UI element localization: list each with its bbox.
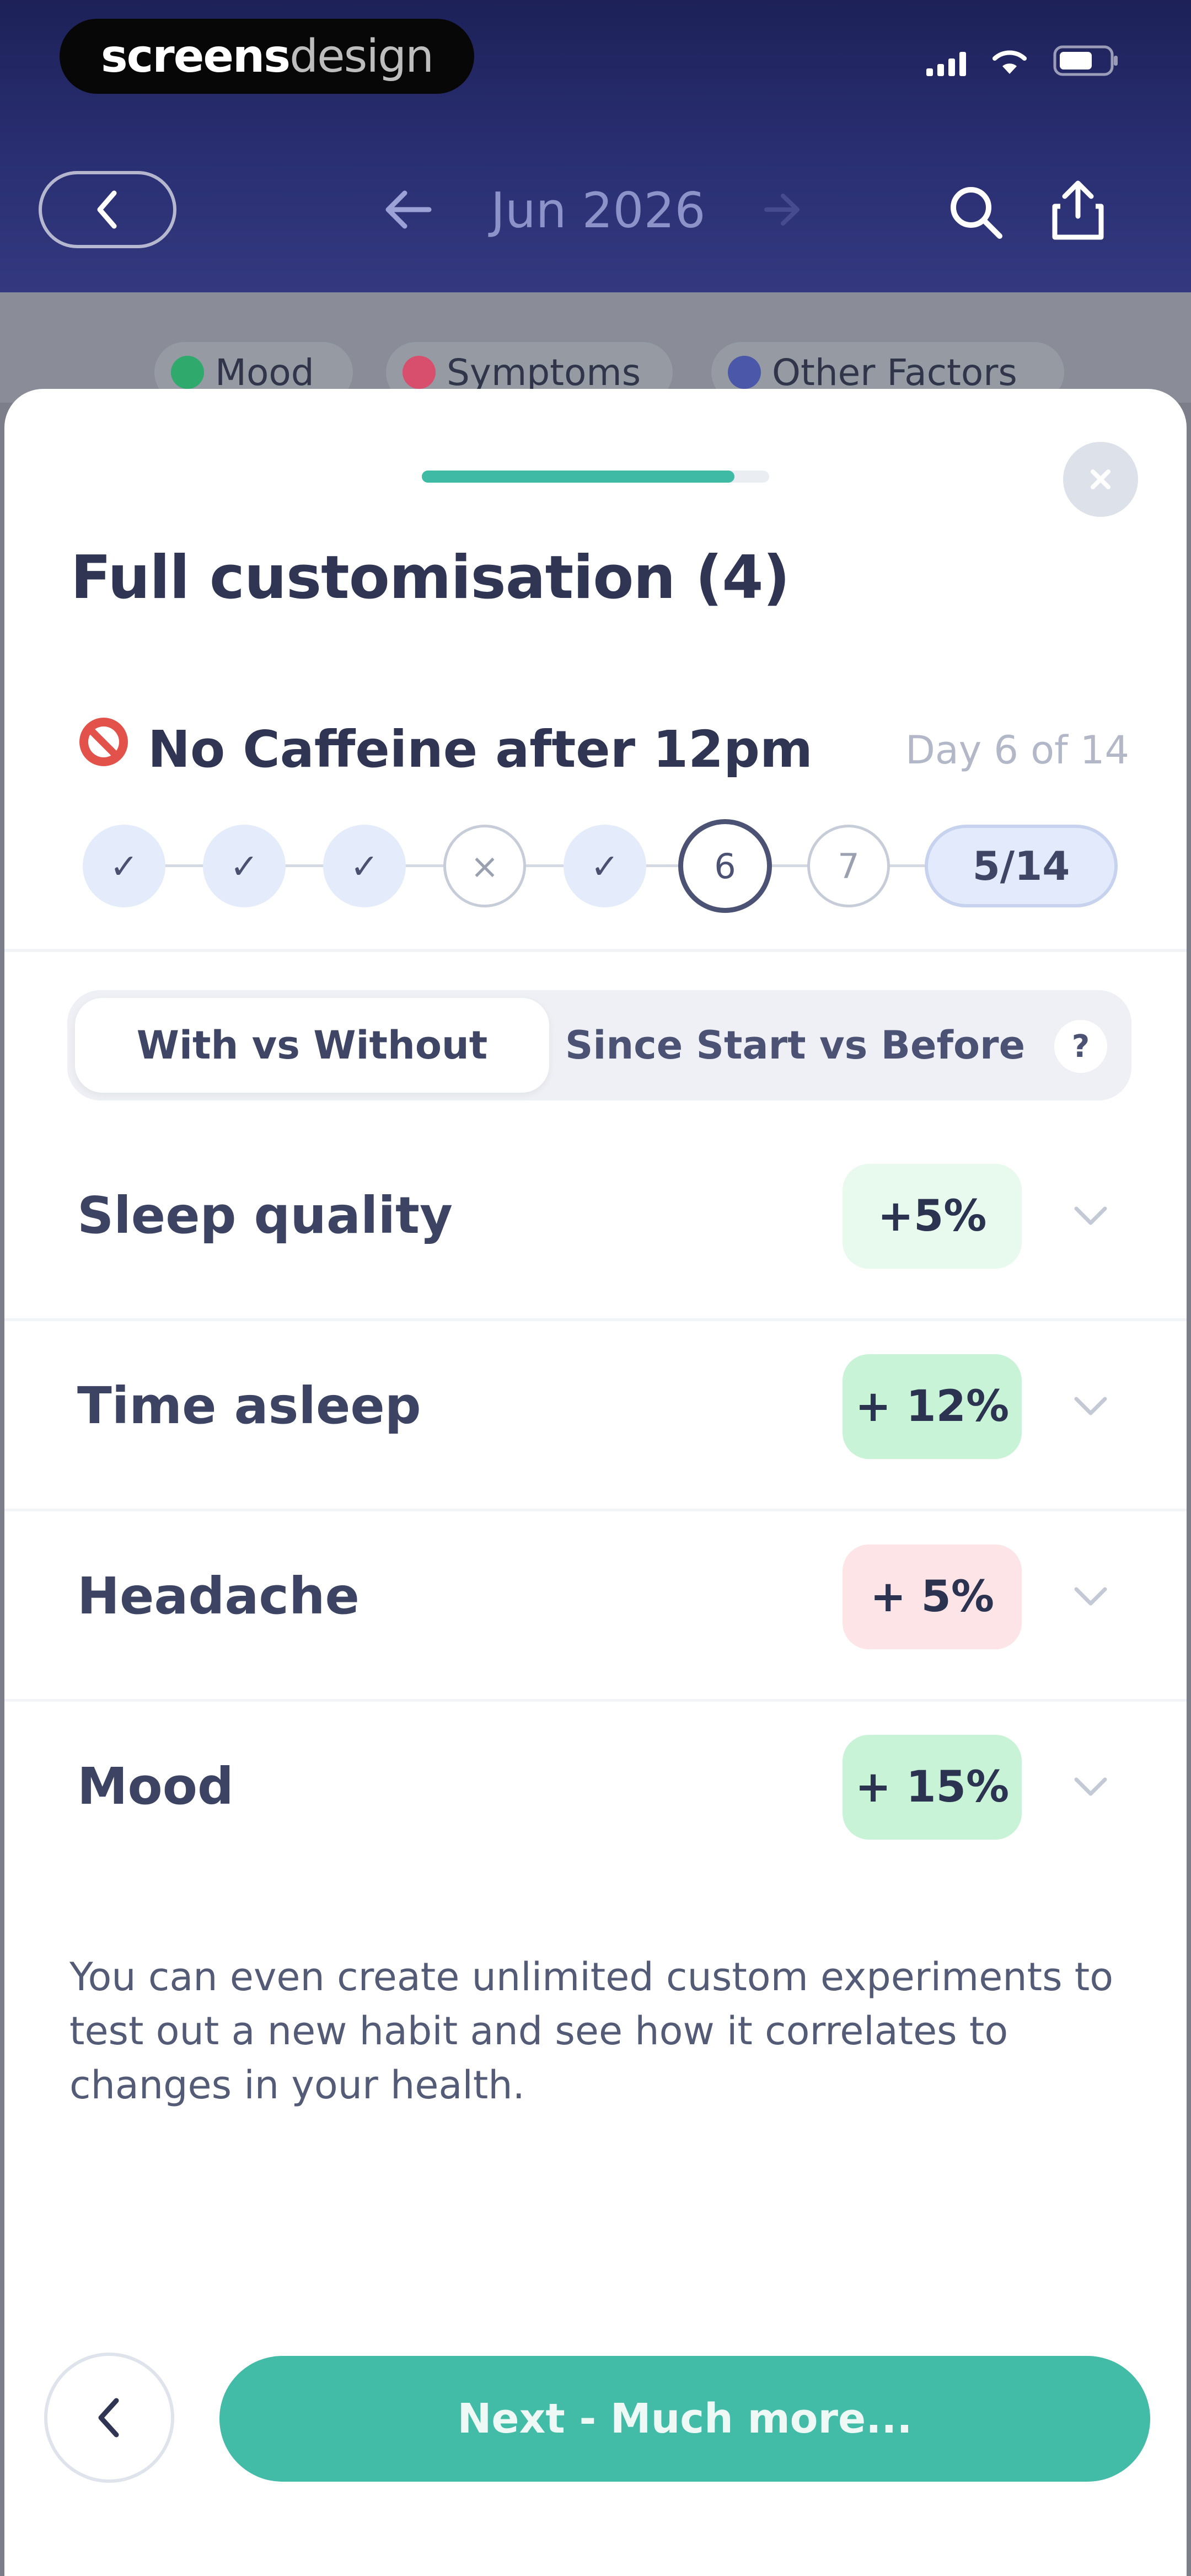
share-icon bbox=[1052, 180, 1104, 240]
sheet-title: Full customisation (4) bbox=[71, 543, 790, 612]
mood-dot bbox=[171, 356, 204, 389]
onboarding-progress-fill bbox=[422, 471, 734, 483]
day-4: × bbox=[443, 825, 526, 907]
wifi-icon bbox=[990, 47, 1029, 76]
top-bar: screens design Jun 2026 bbox=[0, 0, 1191, 292]
metric-row-mood[interactable]: Mood + 15% bbox=[4, 1702, 1187, 1892]
chevron-down-icon bbox=[1074, 1777, 1107, 1796]
nav-row: Jun 2026 bbox=[0, 165, 1191, 254]
metric-row-time-asleep[interactable]: Time asleep + 12% bbox=[4, 1321, 1187, 1511]
search-icon bbox=[951, 187, 1002, 239]
filter-chip-label: Symptoms bbox=[447, 351, 641, 394]
close-button[interactable] bbox=[1063, 442, 1138, 517]
search-button[interactable] bbox=[946, 182, 1006, 245]
help-button[interactable]: ? bbox=[1054, 1020, 1107, 1073]
onboarding-progress bbox=[422, 471, 769, 483]
experiment-day-label: Day 6 of 14 bbox=[905, 728, 1129, 773]
brand-logo: screens design bbox=[60, 19, 474, 94]
info-text: You can even create unlimited custom exp… bbox=[69, 1954, 1114, 2108]
battery-icon bbox=[1053, 45, 1119, 76]
experiment-header: No Caffeine after 12pm Day 6 of 14 bbox=[76, 709, 1129, 786]
metric-change-badge: + 15% bbox=[843, 1735, 1022, 1840]
metric-row-sleep-quality[interactable]: Sleep quality +5% bbox=[4, 1131, 1187, 1321]
filter-row: Mood Symptoms Other Factors bbox=[0, 292, 1191, 403]
close-icon bbox=[1091, 469, 1110, 489]
metric-label: Headache bbox=[77, 1567, 360, 1626]
other-factors-dot bbox=[728, 356, 761, 389]
tab-since-start-vs-before[interactable]: Since Start vs Before bbox=[558, 998, 1032, 1093]
divider bbox=[4, 949, 1187, 952]
tab-with-vs-without[interactable]: With vs Without bbox=[75, 998, 549, 1093]
chevron-left-icon bbox=[98, 2398, 119, 2438]
day-tracker: ✓ ✓ ✓ × ✓ 6 7 5/14 bbox=[83, 819, 1119, 913]
arrow-right-icon bbox=[764, 194, 800, 226]
day-3: ✓ bbox=[323, 825, 406, 907]
experiment-name: No Caffeine after 12pm bbox=[148, 720, 813, 779]
metric-row-headache[interactable]: Headache + 5% bbox=[4, 1511, 1187, 1702]
symptoms-dot bbox=[403, 356, 436, 389]
brand-part-1: screens bbox=[100, 30, 291, 83]
next-month-button[interactable] bbox=[761, 190, 805, 231]
share-button[interactable] bbox=[1045, 178, 1111, 246]
metric-label: Mood bbox=[77, 1757, 234, 1816]
filter-chip-label: Mood bbox=[215, 351, 314, 394]
signal-icon bbox=[926, 51, 966, 76]
status-icons bbox=[926, 45, 1119, 76]
day-2: ✓ bbox=[203, 825, 286, 907]
chevron-left-icon bbox=[97, 190, 117, 229]
nav-back-button[interactable] bbox=[39, 171, 176, 248]
metric-change-badge: + 5% bbox=[843, 1544, 1022, 1649]
month-label: Jun 2026 bbox=[491, 182, 706, 239]
comparison-toggle: With vs Without Since Start vs Before ? bbox=[67, 990, 1131, 1100]
next-button[interactable]: Next - Much more... bbox=[219, 2356, 1150, 2482]
metric-change-badge: +5% bbox=[843, 1164, 1022, 1269]
chevron-down-icon bbox=[1074, 1397, 1107, 1415]
metric-change-badge: + 12% bbox=[843, 1354, 1022, 1459]
back-button[interactable] bbox=[44, 2353, 174, 2483]
metric-label: Time asleep bbox=[77, 1376, 421, 1435]
days-total-badge: 5/14 bbox=[925, 825, 1118, 907]
day-5: ✓ bbox=[564, 825, 646, 907]
chevron-down-icon bbox=[1074, 1587, 1107, 1606]
chevron-down-icon bbox=[1074, 1206, 1107, 1225]
previous-month-button[interactable] bbox=[380, 188, 436, 234]
metric-label: Sleep quality bbox=[77, 1186, 453, 1245]
day-1: ✓ bbox=[83, 825, 165, 907]
customisation-sheet: Full customisation (4) No Caffeine after… bbox=[4, 389, 1187, 2576]
brand-part-2: design bbox=[289, 30, 434, 83]
no-entry-icon bbox=[76, 714, 131, 772]
day-7: 7 bbox=[807, 825, 890, 907]
day-6: 6 bbox=[678, 819, 772, 913]
filter-chip-label: Other Factors bbox=[772, 351, 1017, 394]
arrow-left-icon bbox=[385, 190, 432, 229]
